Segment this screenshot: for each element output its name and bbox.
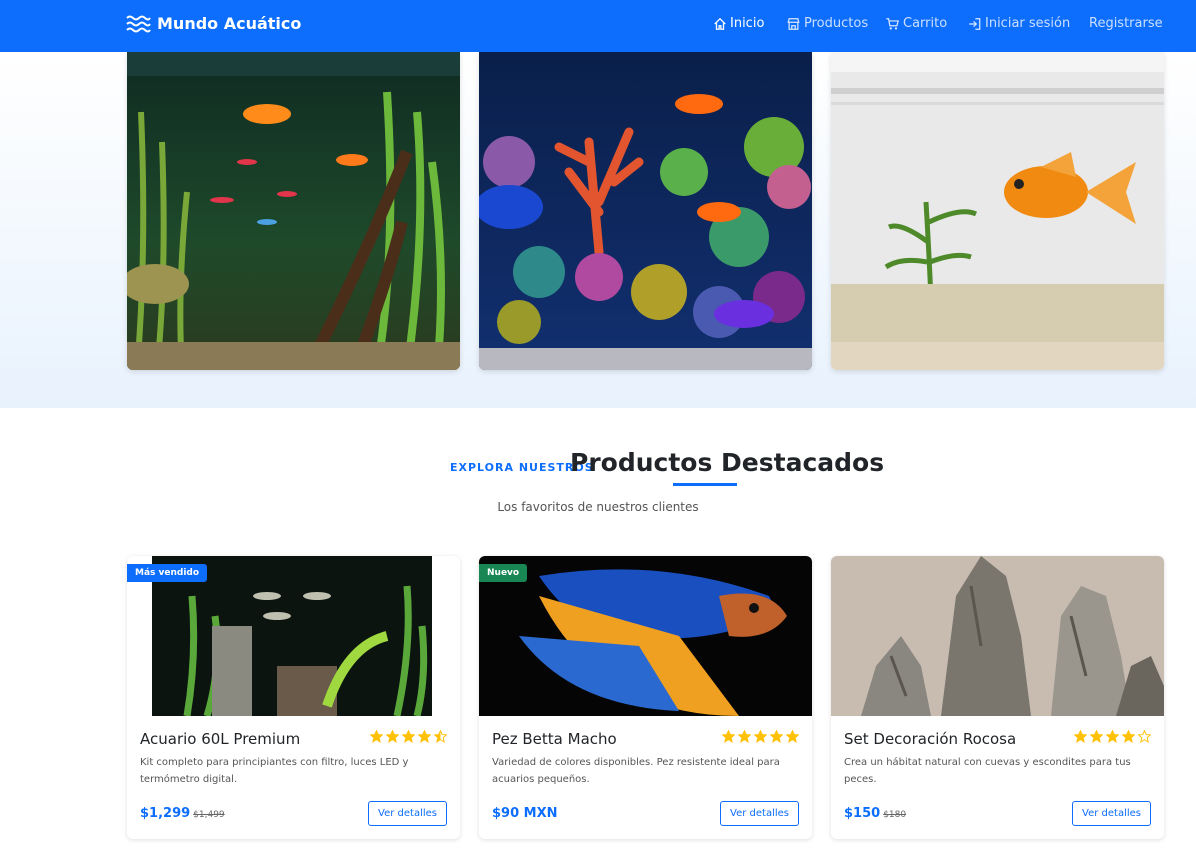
goldfish-tank-image xyxy=(831,52,1164,370)
ver-detalles-button[interactable]: Ver detalles xyxy=(1072,801,1151,826)
star-full-icon xyxy=(1122,730,1135,743)
product-image-betta[interactable]: Nuevo xyxy=(479,556,812,716)
product-image-aquarium[interactable]: Más vendido xyxy=(127,556,460,716)
section-title: Productos Destacados xyxy=(570,448,885,477)
star-empty-icon xyxy=(1138,730,1151,743)
badge-mas-vendido: Más vendido xyxy=(127,564,208,582)
navbar: Mundo Acuático Inicio Productos Carrito … xyxy=(0,0,1196,52)
store-icon xyxy=(787,17,800,30)
star-full-icon xyxy=(786,730,799,743)
product-card[interactable]: Nuevo Pez Betta Macho Variedad de colore… xyxy=(479,556,812,839)
home-icon xyxy=(714,17,726,30)
star-full-icon xyxy=(754,730,767,743)
nav-link-iniciar-sesion[interactable]: Iniciar sesión xyxy=(967,16,1070,31)
nav-label: Inicio xyxy=(730,16,765,31)
product-price: $1,299 $1,499 xyxy=(140,806,225,821)
product-name[interactable]: Pez Betta Macho xyxy=(492,730,617,748)
product-description: Crea un hábitat natural con cuevas y esc… xyxy=(844,757,1131,785)
old-price: $180 xyxy=(883,810,907,820)
ver-detalles-button[interactable]: Ver detalles xyxy=(720,801,799,826)
nav-link-registrarse[interactable]: Registrarse xyxy=(1089,16,1163,31)
star-full-icon xyxy=(1106,730,1119,743)
star-full-icon xyxy=(418,730,431,743)
freshwater-aquarium-image xyxy=(127,52,460,370)
star-full-icon xyxy=(1074,730,1087,743)
title-underline xyxy=(673,483,737,486)
current-price: $1,299 xyxy=(140,806,191,821)
product-price: $150 $180 xyxy=(844,806,906,821)
nav-link-carrito[interactable]: Carrito xyxy=(885,16,947,31)
star-full-icon xyxy=(370,730,383,743)
brand-logo[interactable]: Mundo Acuático xyxy=(126,14,301,33)
brand-name: Mundo Acuático xyxy=(157,14,302,33)
nav-label: Productos xyxy=(804,16,869,31)
badge-nuevo: Nuevo xyxy=(479,564,528,582)
star-full-icon xyxy=(722,730,735,743)
star-full-icon xyxy=(1090,730,1103,743)
product-price: $90 MXN xyxy=(492,806,558,821)
nav-label: Carrito xyxy=(903,16,948,31)
star-half-icon xyxy=(434,730,447,743)
product-name[interactable]: Acuario 60L Premium xyxy=(140,730,300,748)
current-price: $150 xyxy=(844,806,881,821)
rating-stars xyxy=(722,730,799,743)
rating-stars xyxy=(1074,730,1151,743)
rating-stars xyxy=(370,730,447,743)
reef-aquarium-image xyxy=(479,52,812,370)
login-icon xyxy=(969,17,981,30)
section-subtitle: Los favoritos de nuestros clientes xyxy=(497,500,699,514)
product-name[interactable]: Set Decoración Rocosa xyxy=(844,730,1016,748)
ver-detalles-button[interactable]: Ver detalles xyxy=(368,801,447,826)
star-full-icon xyxy=(402,730,415,743)
old-price: $1,499 xyxy=(193,810,225,820)
product-description: Variedad de colores disponibles. Pez res… xyxy=(492,757,780,785)
cart-icon xyxy=(886,17,899,30)
product-image-rocks[interactable] xyxy=(831,556,1164,716)
waves-icon xyxy=(126,15,151,32)
hero-section xyxy=(0,52,1196,408)
nav-label: Iniciar sesión xyxy=(985,16,1071,31)
nav-label: Registrarse xyxy=(1089,16,1163,31)
product-card[interactable]: Más vendido Acuario 60L Premium Kit comp… xyxy=(127,556,460,839)
product-description: Kit completo para principiantes con filt… xyxy=(140,757,409,785)
nav-link-productos[interactable]: Productos xyxy=(786,16,868,31)
star-full-icon xyxy=(386,730,399,743)
current-price: $90 MXN xyxy=(492,806,558,821)
product-card[interactable]: Set Decoración Rocosa Crea un hábitat na… xyxy=(831,556,1164,839)
star-full-icon xyxy=(770,730,783,743)
nav-link-inicio[interactable]: Inicio xyxy=(713,16,764,31)
star-full-icon xyxy=(738,730,751,743)
